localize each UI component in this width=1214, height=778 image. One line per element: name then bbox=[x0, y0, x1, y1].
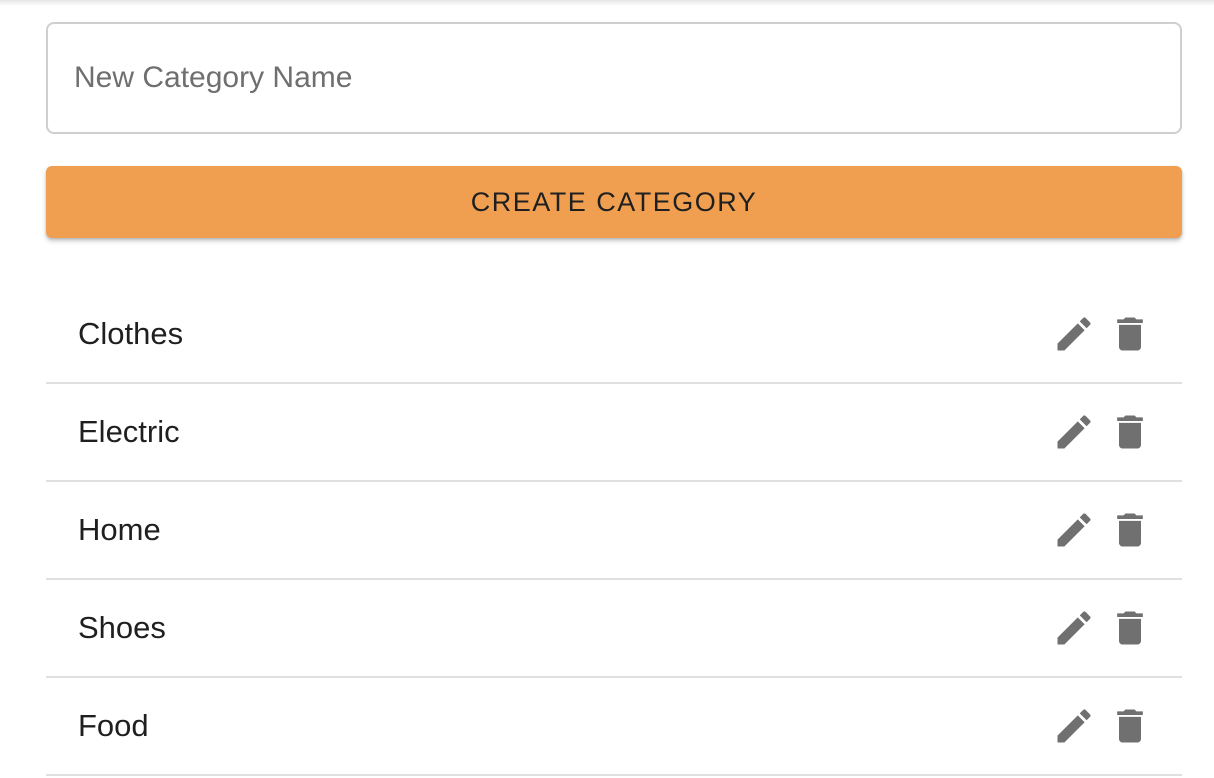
item-actions bbox=[1052, 704, 1152, 748]
pencil-icon[interactable] bbox=[1052, 606, 1096, 650]
category-label: Clothes bbox=[78, 316, 184, 351]
create-category-button[interactable]: CREATE CATEGORY bbox=[46, 166, 1182, 238]
trash-icon[interactable] bbox=[1108, 606, 1152, 650]
trash-icon[interactable] bbox=[1108, 410, 1152, 454]
trash-icon[interactable] bbox=[1108, 704, 1152, 748]
category-list: Clothes Electric Home Shoes Food bbox=[46, 286, 1182, 776]
category-manager: CREATE CATEGORY Clothes Electric bbox=[46, 22, 1182, 776]
category-label: Electric bbox=[78, 414, 180, 449]
header-shadow bbox=[0, 0, 1214, 6]
item-actions bbox=[1052, 508, 1152, 552]
item-actions bbox=[1052, 312, 1152, 356]
list-item: Electric bbox=[46, 384, 1182, 482]
item-actions bbox=[1052, 606, 1152, 650]
category-label: Shoes bbox=[78, 610, 166, 645]
list-item: Home bbox=[46, 482, 1182, 580]
trash-icon[interactable] bbox=[1108, 508, 1152, 552]
pencil-icon[interactable] bbox=[1052, 704, 1096, 748]
category-label: Food bbox=[78, 708, 149, 743]
pencil-icon[interactable] bbox=[1052, 312, 1096, 356]
pencil-icon[interactable] bbox=[1052, 410, 1096, 454]
item-actions bbox=[1052, 410, 1152, 454]
list-item: Clothes bbox=[46, 286, 1182, 384]
trash-icon[interactable] bbox=[1108, 312, 1152, 356]
new-category-name-input[interactable] bbox=[46, 22, 1182, 134]
list-item: Shoes bbox=[46, 580, 1182, 678]
category-label: Home bbox=[78, 512, 161, 547]
pencil-icon[interactable] bbox=[1052, 508, 1096, 552]
list-item: Food bbox=[46, 678, 1182, 776]
